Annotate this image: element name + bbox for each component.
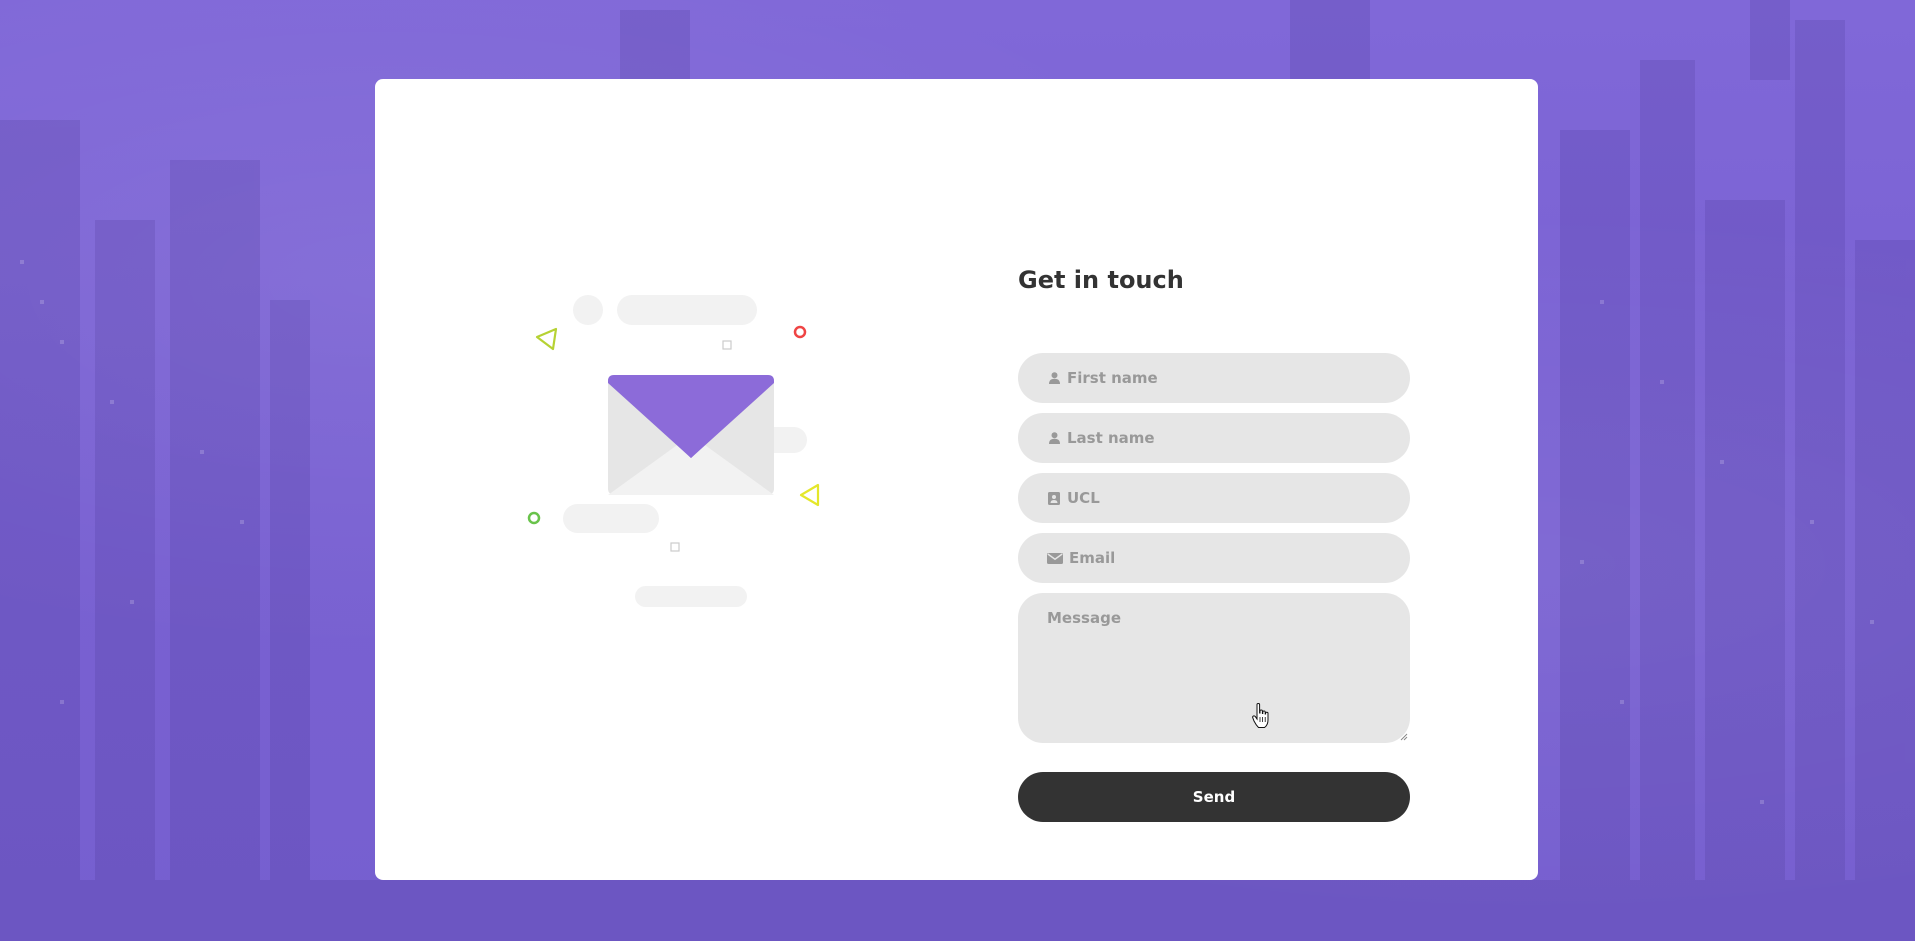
message-field[interactable] — [1018, 593, 1410, 743]
envelope-illustration-icon — [527, 295, 820, 607]
last-name-input[interactable] — [1067, 429, 1387, 447]
mail-illustration — [375, 79, 935, 880]
contact-card-icon — [1047, 491, 1061, 505]
ucl-input[interactable] — [1067, 489, 1387, 507]
first-name-field[interactable] — [1018, 353, 1410, 403]
contact-card: Get in touch First name Last name UCL Em… — [375, 79, 1538, 880]
last-name-field[interactable] — [1018, 413, 1410, 463]
form-title: Get in touch — [1018, 266, 1184, 294]
email-field[interactable] — [1018, 533, 1410, 583]
first-name-input[interactable] — [1067, 369, 1387, 387]
ucl-field[interactable] — [1018, 473, 1410, 523]
user-icon — [1047, 371, 1061, 385]
message-textarea[interactable] — [1047, 609, 1377, 719]
envelope-icon — [1047, 551, 1063, 565]
resize-handle-icon[interactable] — [1400, 733, 1408, 741]
user-icon — [1047, 431, 1061, 445]
send-button[interactable]: Send — [1018, 772, 1410, 822]
email-input[interactable] — [1069, 549, 1389, 567]
